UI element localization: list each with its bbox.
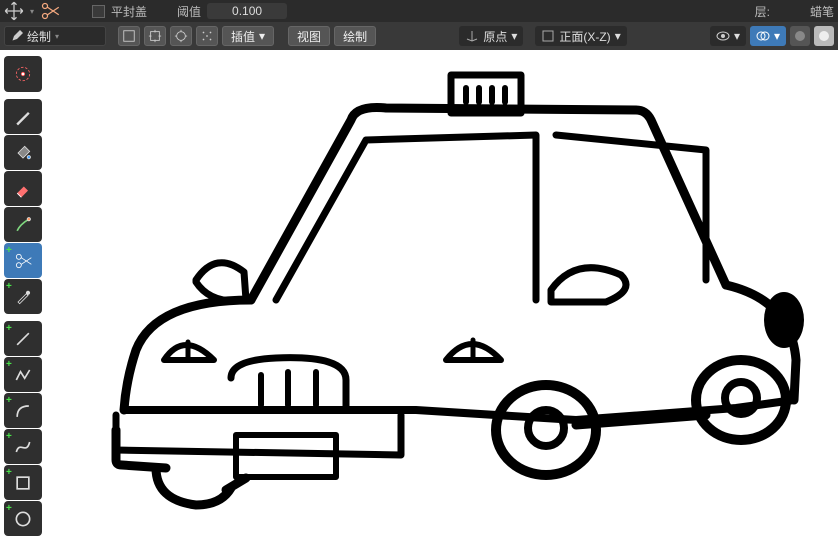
shading-material-button[interactable]	[814, 26, 834, 46]
eye-icon	[716, 29, 730, 43]
tool-eyedropper[interactable]: +	[4, 279, 42, 314]
car-drawing	[46, 50, 838, 533]
orientation-dropdown[interactable]: 正面(X-Z) ▾	[535, 26, 626, 46]
plus-icon: +	[6, 467, 12, 478]
plus-icon: +	[6, 323, 12, 334]
tool-cursor[interactable]	[4, 56, 42, 92]
tool-polyline[interactable]: +	[4, 357, 42, 392]
tool-circle[interactable]: +	[4, 501, 42, 536]
left-toolbar: + + + + + + + +	[4, 56, 42, 537]
orientation-dropdown-label: 正面(X-Z)	[559, 28, 610, 45]
header-toolbar: 绘制 ▾ 插值 ▾ 视图 绘制 原点 ▾ 正面(X-Z) ▾	[0, 22, 838, 50]
tool-erase[interactable]	[4, 171, 42, 206]
overlay-icon	[756, 29, 770, 43]
plus-icon: +	[6, 503, 12, 514]
tool-tint[interactable]	[4, 207, 42, 242]
tool-box[interactable]: +	[4, 465, 42, 500]
mode-dropdown-label: 绘制	[27, 28, 51, 45]
plus-icon: +	[6, 395, 12, 406]
overlay-dropdown[interactable]: ▾	[750, 26, 786, 46]
grid-icon[interactable]	[196, 26, 218, 46]
move-icon[interactable]	[4, 2, 24, 20]
tool-line[interactable]: +	[4, 321, 42, 356]
pencil-icon	[11, 30, 23, 42]
view-button-label: 视图	[297, 28, 321, 45]
drawing-canvas[interactable]	[46, 50, 838, 533]
shading-solid-button[interactable]	[790, 26, 810, 46]
scissors-icon[interactable]	[40, 2, 60, 20]
tool-cutter[interactable]: +	[4, 243, 42, 278]
origin-dropdown-label: 原点	[483, 28, 507, 45]
threshold-label: 阈值	[177, 3, 201, 20]
tool-arc[interactable]: +	[4, 393, 42, 428]
cursor-target-icon[interactable]	[144, 26, 166, 46]
select-box-icon[interactable]	[118, 26, 140, 46]
view-button[interactable]: 视图	[288, 26, 330, 46]
threshold-value[interactable]: 0.100	[207, 3, 287, 19]
header-top: ▾ 平封盖 阈值 0.100 层: 蜡笔	[0, 0, 838, 22]
flat-cap-checkbox[interactable]	[92, 5, 105, 18]
draw-button-label: 绘制	[343, 28, 367, 45]
tool-curve[interactable]: +	[4, 429, 42, 464]
insert-button-label: 插值	[231, 28, 255, 45]
tool-draw[interactable]	[4, 99, 42, 134]
mode-dropdown[interactable]: 绘制 ▾	[4, 26, 106, 46]
visibility-dropdown[interactable]: ▾	[710, 26, 746, 46]
tool-fill[interactable]	[4, 135, 42, 170]
insert-button[interactable]: 插值 ▾	[222, 26, 274, 46]
plus-icon: +	[6, 359, 12, 370]
origin-dropdown[interactable]: 原点 ▾	[459, 26, 523, 46]
origin-icon	[465, 29, 479, 43]
plus-icon: +	[6, 281, 12, 292]
flat-cap-label: 平封盖	[111, 3, 147, 20]
plus-icon: +	[6, 245, 12, 256]
draw-button[interactable]: 绘制	[334, 26, 376, 46]
orientation-icon	[541, 29, 555, 43]
plus-icon: +	[6, 431, 12, 442]
brush-label: 蜡笔	[810, 3, 834, 20]
layer-label: 层:	[755, 3, 770, 20]
header-caret: ▾	[30, 7, 34, 16]
snap-icon[interactable]	[170, 26, 192, 46]
